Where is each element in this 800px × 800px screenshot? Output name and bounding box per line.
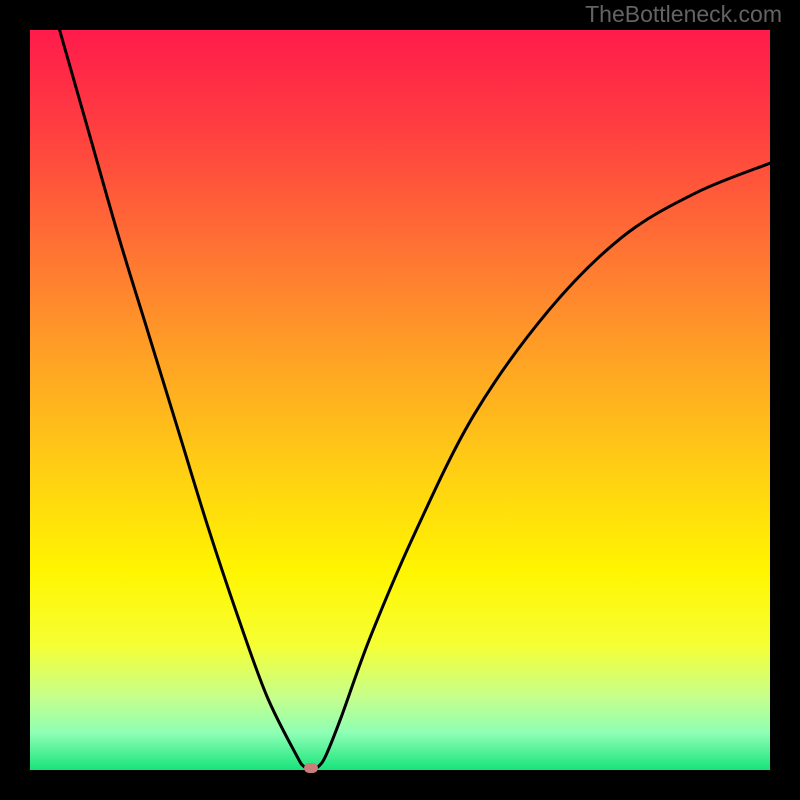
watermark-text: TheBottleneck.com xyxy=(585,1,782,28)
curve-layer xyxy=(30,30,770,770)
bottleneck-curve xyxy=(60,30,770,770)
optimum-marker xyxy=(304,763,318,773)
chart-frame: TheBottleneck.com xyxy=(0,0,800,800)
plot-area xyxy=(30,30,770,770)
